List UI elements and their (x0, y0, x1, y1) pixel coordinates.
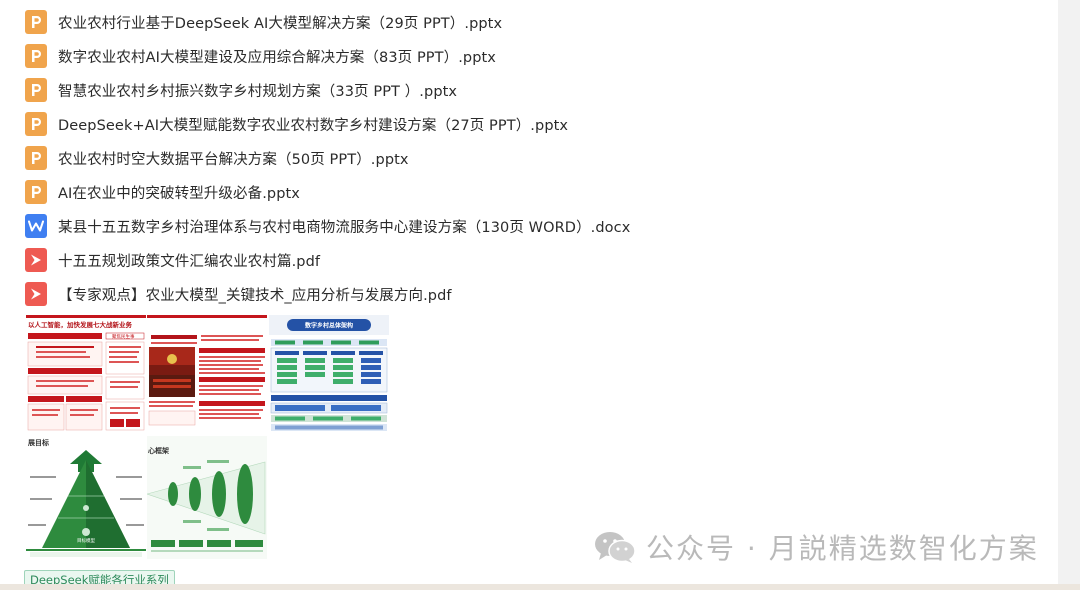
file-item[interactable]: 智慧农业农村乡村振兴数字乡村规划方案（33页 PPT ）.pptx (25, 73, 630, 107)
pdf-file-icon (25, 248, 47, 272)
watermark-text: 公众号 · 月説精选数智化方案 (646, 532, 1039, 565)
thumb-heading: 以人工智能，加快发展七大战新业务 (28, 320, 133, 329)
bottom-strip (0, 584, 1080, 590)
thumb-center-label: 目标模型 (77, 537, 95, 544)
file-name: 【专家观点】农业大模型_关键技术_应用分析与发展方向.pdf (58, 287, 452, 304)
file-item[interactable]: 某县十五五数字乡村治理体系与农村电商物流服务中心建设方案（130页 WORD）.… (25, 209, 630, 243)
file-name: DeepSeek+AI大模型赋能数字农业农村数字乡村建设方案（27页 PPT）.… (58, 117, 569, 134)
wechat-icon (595, 532, 636, 563)
watermark: 公众号 · 月説精选数智化方案 (594, 527, 1039, 567)
ppt-file-icon (25, 146, 47, 170)
file-list: 农业农村行业基于DeepSeek AI大模型解决方案（29页 PPT）.pptx… (25, 5, 630, 311)
thumbnail-grid: 以人工智能，加快发展七大战新业务 聚焦民生事 数字乡村总体架构 展目标 目标模型… (26, 315, 391, 559)
slide-thumbnail[interactable]: 数字乡村总体架构 (269, 315, 389, 433)
file-name: AI在农业中的突破转型升级必备.pptx (58, 185, 300, 202)
file-item[interactable]: DeepSeek+AI大模型赋能数字农业农村数字乡村建设方案（27页 PPT）.… (25, 107, 630, 141)
thumb-heading: 心框架 (148, 446, 169, 455)
ppt-file-icon (25, 10, 47, 34)
file-item[interactable]: 【专家观点】农业大模型_关键技术_应用分析与发展方向.pdf (25, 277, 630, 311)
thumb-heading: 数字乡村总体架构 (305, 322, 353, 330)
thumb-right-label: 聚焦民生事 (112, 333, 135, 340)
file-name: 农业农村行业基于DeepSeek AI大模型解决方案（29页 PPT）.pptx (58, 15, 503, 32)
ppt-file-icon (25, 44, 47, 68)
series-tag[interactable]: DeepSeek赋能各行业系列 (24, 570, 175, 584)
thumb-heading: 展目标 (27, 438, 49, 447)
ppt-file-icon (25, 112, 47, 136)
file-name: 十五五规划政策文件汇编农业农村篇.pdf (58, 253, 321, 270)
file-item[interactable]: 农业农村时空大数据平台解决方案（50页 PPT）.pptx (25, 141, 630, 175)
word-file-icon (25, 214, 47, 238)
slide-thumbnail[interactable]: 展目标 目标模型 (26, 436, 146, 559)
ppt-file-icon (25, 78, 47, 102)
file-name: 农业农村时空大数据平台解决方案（50页 PPT）.pptx (58, 151, 409, 168)
file-item[interactable]: 数字农业农村AI大模型建设及应用综合解决方案（83页 PPT）.pptx (25, 39, 630, 73)
slide-thumbnail[interactable] (147, 315, 267, 433)
slide-thumbnail[interactable]: 以人工智能，加快发展七大战新业务 聚焦民生事 (26, 315, 146, 433)
file-name: 某县十五五数字乡村治理体系与农村电商物流服务中心建设方案（130页 WORD）.… (58, 219, 631, 236)
pdf-file-icon (25, 282, 47, 306)
content-panel: 农业农村行业基于DeepSeek AI大模型解决方案（29页 PPT）.pptx… (0, 0, 1058, 584)
file-name: 智慧农业农村乡村振兴数字乡村规划方案（33页 PPT ）.pptx (58, 83, 458, 100)
file-name: 数字农业农村AI大模型建设及应用综合解决方案（83页 PPT）.pptx (58, 49, 496, 66)
file-item[interactable]: AI在农业中的突破转型升级必备.pptx (25, 175, 630, 209)
slide-thumbnail[interactable]: 心框架 (147, 436, 267, 559)
file-item[interactable]: 十五五规划政策文件汇编农业农村篇.pdf (25, 243, 630, 277)
file-item[interactable]: 农业农村行业基于DeepSeek AI大模型解决方案（29页 PPT）.pptx (25, 5, 630, 39)
ppt-file-icon (25, 180, 47, 204)
